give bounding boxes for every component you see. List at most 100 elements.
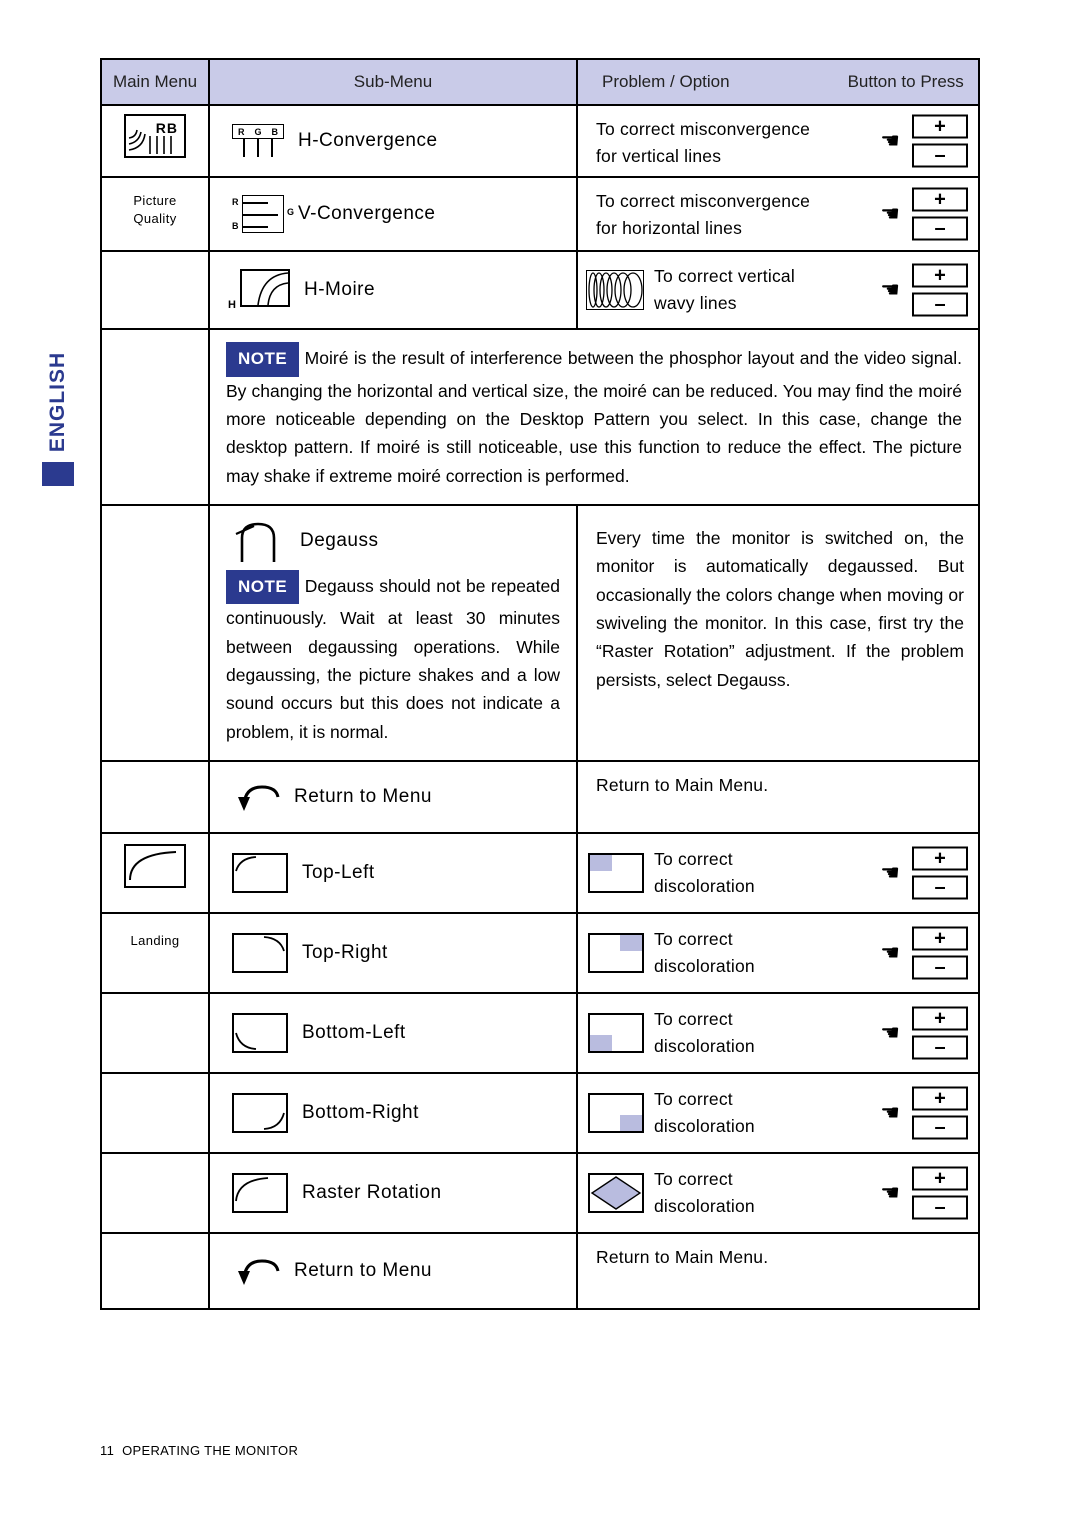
- header-main-menu: Main Menu: [102, 60, 210, 104]
- main-menu-label-line1: Picture: [133, 193, 177, 208]
- thumb-top-left-shaded-icon: [588, 853, 644, 894]
- table-row: H H-Moire To correct vertical wavy lines…: [102, 252, 978, 330]
- problem-option-cell: To correct discoloration ☚ + –: [578, 994, 978, 1072]
- problem-text: To correct discoloration: [644, 1156, 763, 1230]
- h-moire-icon-label: H: [228, 299, 236, 311]
- sub-menu-label: Bottom-Left: [302, 1022, 406, 1044]
- problem-text-line1: To correct: [654, 849, 733, 870]
- note-badge: NOTE: [226, 342, 300, 377]
- pointing-hand-icon: ☚: [880, 128, 900, 153]
- problem-text-line1: To correct: [654, 1009, 733, 1030]
- minus-button[interactable]: –: [912, 1115, 968, 1140]
- pointing-hand-icon: ☚: [880, 1180, 900, 1206]
- button-group: + –: [912, 1006, 968, 1060]
- main-menu-spacer-cell: [102, 1234, 210, 1309]
- problem-text-line1: To correct: [654, 1089, 733, 1110]
- sub-menu-cell: Top-Left: [210, 834, 578, 913]
- thumb-bottom-right-shaded-icon: [588, 1093, 644, 1134]
- button-group: + –: [912, 846, 968, 900]
- plus-button[interactable]: +: [912, 926, 968, 951]
- degauss-problem-text: Every time the monitor is switched on, t…: [596, 527, 964, 690]
- thumb-top-left-icon: [232, 853, 288, 894]
- degauss-horseshoe-icon: [232, 520, 286, 562]
- sub-menu-cell: Top-Right: [210, 914, 578, 993]
- plus-button[interactable]: +: [912, 1166, 968, 1191]
- pointing-hand-icon: ☚: [880, 277, 900, 302]
- sub-menu-cell: Return to Menu: [210, 1234, 578, 1309]
- minus-button[interactable]: –: [912, 292, 968, 317]
- header-button-to-press-label: Button to Press: [847, 72, 964, 91]
- thumb-top-right-shaded-icon: [588, 933, 644, 974]
- table-header-row: Main Menu Sub-Menu Problem / Option Butt…: [102, 60, 978, 106]
- sub-menu-cell: H H-Moire: [210, 252, 578, 328]
- problem-text-line1: To correct vertical: [654, 265, 795, 286]
- problem-text: To correct discoloration: [644, 1076, 763, 1150]
- main-menu-spacer-cell: [102, 505, 210, 761]
- pointing-hand-icon: ☚: [880, 860, 900, 886]
- problem-text-line2: discoloration: [654, 1036, 755, 1057]
- table-row: Raster Rotation To correct discoloration…: [102, 1154, 978, 1235]
- button-group: + –: [912, 1086, 968, 1140]
- main-menu-landing-label: Landing: [130, 933, 180, 949]
- button-group: + –: [912, 263, 968, 317]
- minus-button[interactable]: –: [912, 1035, 968, 1060]
- rgb-icon-b-label: B: [271, 126, 278, 137]
- table-row: Top-Left To correct discoloration ☚ + –: [102, 834, 978, 915]
- sub-menu-label: Degauss: [300, 529, 379, 551]
- page-footer: 11 OPERATING THE MONITOR: [100, 1443, 298, 1458]
- table-row: Picture Quality R B G V-Convergence To c…: [102, 178, 978, 252]
- plus-button[interactable]: +: [912, 114, 968, 139]
- button-group: + –: [912, 114, 968, 168]
- plus-button[interactable]: +: [912, 846, 968, 871]
- thumb-raster-rotation-icon: [232, 1173, 288, 1214]
- main-menu-picture-quality-label: Picture Quality: [102, 192, 208, 227]
- problem-option-cell: To correct vertical wavy lines ☚ + –: [578, 252, 978, 328]
- degauss-note: NOTE Degauss should not be repeated cont…: [210, 562, 576, 760]
- plus-button[interactable]: +: [912, 187, 968, 212]
- problem-option-cell: To correct discoloration ☚ + –: [578, 1154, 978, 1232]
- sub-menu-cell: Return to Menu: [210, 762, 578, 833]
- plus-button[interactable]: +: [912, 1086, 968, 1111]
- problem-option-cell: To correct discoloration ☚ + –: [578, 834, 978, 912]
- problem-option-cell: To correct misconvergence for vertical l…: [578, 106, 978, 176]
- sub-menu-label: H-Convergence: [298, 130, 438, 151]
- sub-menu-cell: R G B H-Convergence: [210, 106, 578, 176]
- problem-text: To correct discoloration: [644, 836, 763, 910]
- thumb-bottom-right-icon: [232, 1093, 288, 1134]
- pointing-hand-icon: ☚: [880, 940, 900, 966]
- minus-button[interactable]: –: [912, 1195, 968, 1220]
- footer-title: OPERATING THE MONITOR: [122, 1443, 299, 1458]
- rg-icon-g-label: G: [286, 207, 294, 217]
- plus-button[interactable]: +: [912, 263, 968, 288]
- minus-button[interactable]: –: [912, 143, 968, 168]
- rgb-horizontal-lines-icon: R B G: [232, 195, 294, 233]
- sub-menu-label: Return to Menu: [294, 1260, 432, 1282]
- problem-text-line2: wavy lines: [654, 293, 737, 313]
- thumb-bottom-left-shaded-icon: [588, 1013, 644, 1054]
- header-main-menu-label: Main Menu: [112, 72, 198, 91]
- problem-text-line1: To correct misconvergence: [596, 191, 811, 211]
- plus-button[interactable]: +: [912, 1006, 968, 1031]
- minus-button[interactable]: –: [912, 875, 968, 900]
- table-row: Landing Top-Right To correct discolorati…: [102, 914, 978, 995]
- pointing-hand-icon: ☚: [880, 1100, 900, 1126]
- sub-menu-label: H-Moire: [304, 279, 376, 300]
- note-moire-content: NOTE Moiré is the result of interference…: [210, 330, 978, 504]
- table-row: Bottom-Left To correct discoloration ☚ +…: [102, 994, 978, 1075]
- sub-menu-label: Raster Rotation: [302, 1182, 442, 1204]
- problem-text: To correct vertical wavy lines: [644, 253, 803, 327]
- minus-button[interactable]: –: [912, 216, 968, 241]
- thumb-diamond-shaded-icon: [588, 1173, 644, 1214]
- main-menu-landing-label-cell: Landing: [102, 914, 210, 993]
- problem-option-cell: Return to Main Menu.: [578, 1234, 978, 1308]
- minus-button[interactable]: –: [912, 955, 968, 980]
- note-moire-cell: NOTE Moiré is the result of interference…: [210, 330, 978, 504]
- return-to-menu-row: Return to Menu Return to Main Menu.: [102, 1234, 978, 1309]
- return-arrow-icon: [236, 781, 280, 813]
- sub-menu-label: Return to Menu: [294, 786, 432, 808]
- main-menu-spacer-cell: [102, 330, 210, 504]
- problem-text-line2: for vertical lines: [596, 146, 722, 167]
- problem-option-cell: Return to Main Menu.: [578, 762, 978, 832]
- problem-text-line2: discoloration: [654, 1116, 755, 1137]
- sub-menu-label: Top-Right: [302, 942, 388, 964]
